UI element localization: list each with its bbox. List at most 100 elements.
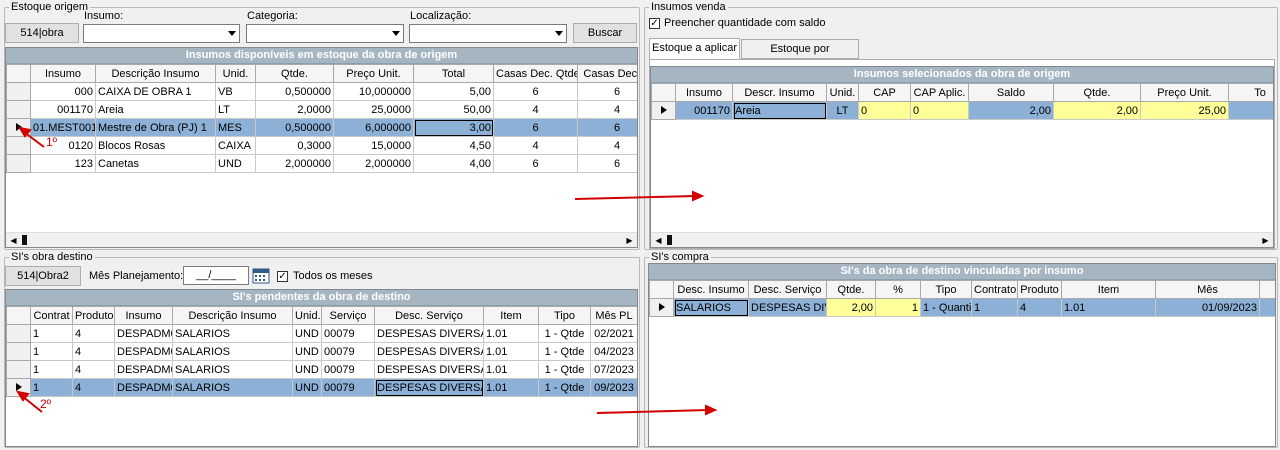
table-cell[interactable]: 25,0000 [333,100,414,119]
table-cell[interactable]: 09/2023 [590,378,637,397]
column-header[interactable]: Desc. Serviço [374,306,484,325]
preencher-checkbox[interactable]: ✓ [649,18,660,29]
table-cell[interactable]: 1 [971,298,1018,317]
table-cell[interactable]: 1.01 [1061,298,1156,317]
table-cell[interactable]: DESPADM0( [114,360,173,379]
table-cell[interactable]: 5,00 [413,82,494,101]
table-row[interactable]: 01.MEST001 Mestre de Obra (PJ) 1 MES 0,5000… [6,118,637,137]
buscar-button[interactable]: Buscar [573,23,637,43]
row-indicator[interactable] [6,324,31,343]
column-header[interactable]: Preço Unit. [333,64,414,83]
row-indicator[interactable] [6,100,31,119]
table-cell[interactable]: SALARIOS [172,360,293,379]
calendar-icon[interactable] [252,266,270,284]
table-cell[interactable]: 6 [493,154,578,173]
row-indicator[interactable] [649,298,674,317]
chevron-down-icon[interactable] [388,25,403,42]
table-cell[interactable]: 00079 [321,324,375,343]
table-cell[interactable]: 1.01 [483,360,539,379]
column-header[interactable]: Contrato [971,280,1018,299]
table-cell[interactable]: UND [292,324,322,343]
scroll-right-icon[interactable]: ▶ [1258,233,1273,247]
scroll-left-icon[interactable]: ◀ [6,233,21,247]
table-cell[interactable]: Areia [732,101,827,120]
table-cell[interactable]: 1 [30,342,73,361]
table-cell[interactable]: DESPADM0( [114,342,173,361]
row-indicator[interactable] [6,378,31,397]
table-cell[interactable]: 1.01 [483,342,539,361]
column-header[interactable]: Tipo [538,306,591,325]
table-cell[interactable]: 4 [72,324,115,343]
table-cell[interactable]: 04/2023 [590,342,637,361]
insumo-combo[interactable] [83,24,240,43]
table-cell[interactable]: 3,00 [413,118,494,137]
column-header[interactable]: Mês PL [590,306,637,325]
table-row[interactable]: 14DESPADM0(SALARIOSUND00079DESPESAS DIVE… [6,360,637,379]
localizacao-combo[interactable] [409,24,567,43]
mes-planejamento-input[interactable]: __/____ [183,266,249,285]
table-cell[interactable]: 001170 [30,100,96,119]
table-cell[interactable]: LT [215,100,256,119]
column-header[interactable]: Descr. Insumo [732,83,827,102]
table-cell[interactable]: Canetas [95,154,216,173]
table-cell[interactable]: DESPESAS DIVERSAS [374,360,484,379]
table-cell[interactable]: 4 [493,136,578,155]
column-header[interactable]: Insumo [30,64,96,83]
table-cell[interactable]: 07/2023 [590,360,637,379]
table-cell[interactable]: 00079 [321,360,375,379]
table-cell[interactable]: 2,000000 [255,154,334,173]
table-cell[interactable]: 1.01 [483,324,539,343]
table-cell[interactable]: 6 [577,118,637,137]
table-cell[interactable]: 50,00 [413,100,494,119]
column-header[interactable]: To [1228,83,1273,102]
table-cell[interactable]: 25,00 [1140,101,1229,120]
scroll-thumb[interactable] [667,235,672,245]
table-cell[interactable]: 1 - Qtde [538,378,591,397]
table-row[interactable]: 14DESPADM0(SALARIOSUND00079DESPESAS DIVE… [6,378,637,397]
column-header[interactable]: Tipo [920,280,972,299]
table-cell[interactable]: 0 [910,101,969,120]
table-cell[interactable]: 1 [30,378,73,397]
tab-estoque-por-localizacao[interactable]: Estoque por localização [741,39,859,73]
column-header[interactable]: Item [1061,280,1156,299]
table-cell[interactable]: VB [215,82,256,101]
column-header[interactable]: Produto [1017,280,1062,299]
column-header[interactable]: Insumo [114,306,173,325]
column-header[interactable]: Desc. Serviço [748,280,827,299]
table-cell[interactable]: Blocos Rosas [95,136,216,155]
table-row[interactable]: 14DESPADM0(SALARIOSUND00079DESPESAS DIVE… [6,342,637,361]
table-cell[interactable]: DESPESAS DIVERSAS [374,378,484,397]
row-indicator[interactable] [6,82,31,101]
table-cell[interactable]: 4,50 [413,136,494,155]
horizontal-scrollbar[interactable]: ◀ ▶ [6,232,637,247]
column-header[interactable]: Total [413,64,494,83]
table-cell[interactable]: 1 [30,324,73,343]
table-cell[interactable]: 4 [72,342,115,361]
chevron-down-icon[interactable] [551,25,566,42]
table-row[interactable]: 0120 Blocos Rosas CAIXA 0,3000 15,0000 4,50 4 4 [6,136,637,155]
column-header[interactable]: Serviço [321,306,375,325]
table-cell[interactable]: SALARIOS [172,324,293,343]
table-cell[interactable]: DESPADM0( [114,378,173,397]
table-cell[interactable]: 2,00 [1053,101,1141,120]
column-header[interactable]: Unid. [826,83,859,102]
column-header[interactable]: % [875,280,921,299]
table-cell[interactable]: 4 [493,100,578,119]
table-cell[interactable]: 4 [72,378,115,397]
table-row[interactable]: 123 Canetas UND 2,000000 2,000000 4,00 6 6 [6,154,637,173]
column-header[interactable]: CAP [858,83,911,102]
table-cell[interactable]: 2,00 [968,101,1054,120]
table-cell[interactable]: 4 [72,360,115,379]
table-cell[interactable]: 1 - Qtde [538,342,591,361]
column-header[interactable]: Descrição Insumo [172,306,293,325]
table-cell[interactable]: 0,3000 [255,136,334,155]
column-header[interactable]: Saldo [968,83,1054,102]
table-cell[interactable]: CAIXA [215,136,256,155]
obra-origem-button[interactable]: 514|obra [5,23,79,43]
table-row[interactable]: 001170 Areia LT 0 0 2,00 2,00 25,00 [651,101,1273,120]
table-cell[interactable] [1259,298,1275,317]
table-cell[interactable]: 000 [30,82,96,101]
table-cell[interactable]: 2,0000 [255,100,334,119]
table-row[interactable]: 14DESPADM0(SALARIOSUND00079DESPESAS DIVE… [6,324,637,343]
table-cell[interactable]: 6 [577,82,637,101]
